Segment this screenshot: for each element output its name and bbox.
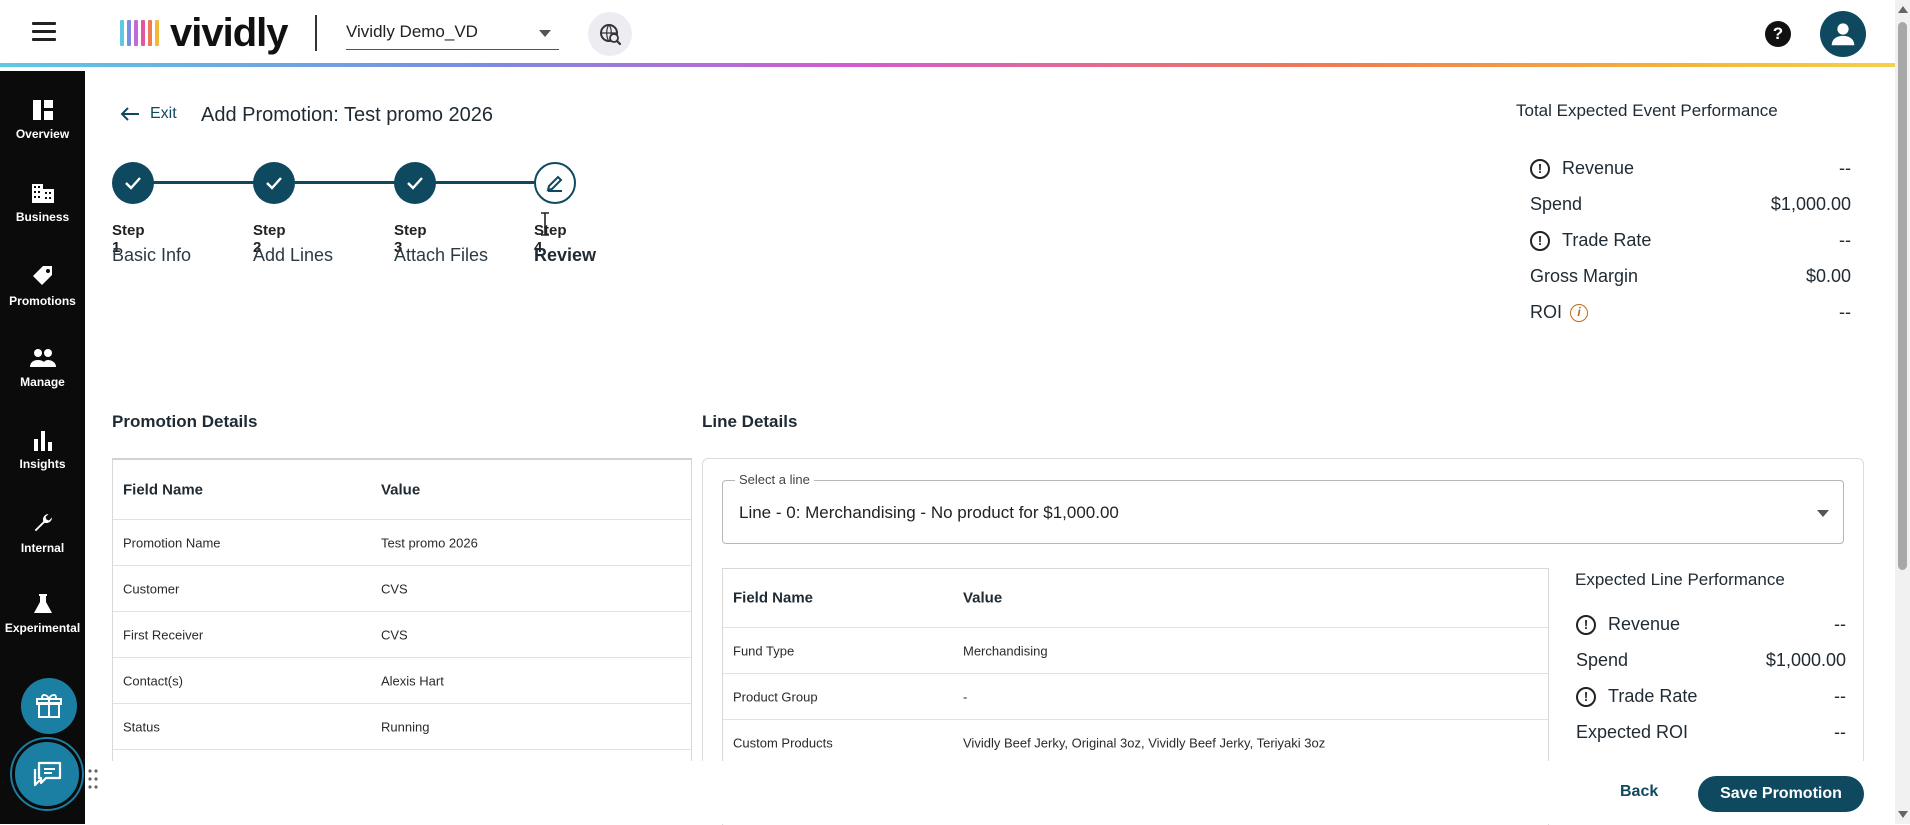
people-icon [29,349,56,367]
top-header: vividly Vividly Demo_VD ? [0,0,1895,67]
save-promotion-button[interactable]: Save Promotion [1698,776,1864,812]
line-performance-title: Expected Line Performance [1575,570,1785,589]
step-3-complete[interactable] [394,162,436,204]
sidebar-item-internal[interactable]: Internal [0,511,85,581]
step-name: Review [534,245,597,265]
line-select[interactable]: Select a line Line - 0: Merchandising - … [722,472,1844,544]
check-icon [266,177,282,190]
check-icon [125,177,141,190]
sidebar: Overview Business Promotions Manage Insi… [0,71,85,824]
table-row: Fund Type Merchandising [723,628,1548,674]
user-icon [1831,23,1855,46]
warning-circle-icon[interactable]: ! [1530,158,1550,179]
step-2-complete[interactable] [253,162,295,204]
dashboard-icon [32,100,53,120]
table-row: Promotion Name Test promo 2026 [113,520,691,566]
line-details-title: Line Details [702,412,798,431]
check-icon [407,177,423,190]
step-name: Basic Info [112,245,192,265]
search-globe-icon[interactable] [588,12,632,56]
chat-icon [33,761,62,787]
wrench-icon [34,513,52,532]
chat-button[interactable] [12,739,82,809]
pencil-icon [546,175,563,192]
perf-row-spend: Spend $1,000.00 [1530,194,1851,214]
page-title: Add Promotion: Test promo 2026 [201,104,494,126]
sidebar-item-promotions[interactable]: Promotions [0,264,85,334]
sidebar-item-insights[interactable]: Insights [0,429,85,499]
arrow-left-icon [120,107,139,121]
gift-button[interactable] [21,678,77,734]
gift-icon [36,694,62,718]
logo-text: vividly [170,11,289,55]
logo-bars [120,20,162,46]
tag-icon [32,266,52,285]
drag-handle-icon[interactable] [87,768,99,790]
step-4-active[interactable] [534,162,576,204]
table-row: Status Running [113,704,691,750]
table-row: Contact(s) Alexis Hart [113,658,691,704]
step-name: Add Lines [253,245,334,265]
warning-circle-icon[interactable]: ! [1576,686,1596,707]
chevron-down-icon [1817,510,1829,517]
step-connector [434,181,538,184]
step-name: Attach Files [394,245,489,265]
hamburger-menu-icon[interactable] [32,22,56,42]
warning-circle-icon[interactable]: ! [1530,230,1550,251]
vividly-logo[interactable]: vividly [120,11,289,55]
scrollbar-thumb[interactable] [1898,22,1907,570]
table-header-row: Field Name Value [723,569,1548,628]
chevron-down-icon [539,30,551,37]
table-row: First Receiver CVS [113,612,691,658]
step-connector [293,181,397,184]
table-row: Custom Products Vividly Beef Jerky, Orig… [723,720,1548,766]
sidebar-item-manage[interactable]: Manage [0,347,85,417]
line-perf-row-spend: Spend $1,000.00 [1576,650,1846,670]
promotion-details-table: Field Name Value Promotion Name Test pro… [112,458,692,761]
perf-row-roi: ROI i -- [1530,302,1851,322]
table-row: Product Group - [723,674,1548,720]
user-avatar[interactable] [1820,11,1866,57]
table-header-row: Field Name Value [113,460,691,520]
step-1-complete[interactable] [112,162,154,204]
perf-row-gross-margin: Gross Margin $0.00 [1530,266,1851,286]
perf-row-revenue: ! Revenue -- [1530,158,1851,182]
total-performance-title: Total Expected Event Performance [1516,101,1778,120]
perf-row-trade-rate: ! Trade Rate -- [1530,230,1851,254]
bar-chart-icon [33,431,52,451]
info-icon[interactable]: i [1570,303,1589,322]
account-select[interactable]: Vividly Demo_VD [346,16,559,50]
flask-icon [33,594,52,613]
sidebar-item-overview[interactable]: Overview [0,99,85,169]
back-button[interactable]: Back [1620,783,1658,801]
line-perf-row-revenue: ! Revenue -- [1576,614,1846,638]
scroll-down-arrow[interactable] [1898,811,1908,818]
line-perf-row-expected-roi: Expected ROI -- [1576,722,1846,742]
exit-link[interactable]: Exit [120,105,177,123]
exit-label: Exit [150,105,177,122]
line-select-label: Select a line [735,472,814,487]
table-row: Customer CVS [113,566,691,612]
building-icon [31,184,54,203]
page-scrollbar[interactable] [1895,0,1910,824]
step-connector [152,181,256,184]
header-gradient-bar [0,63,1895,67]
line-perf-row-trade-rate: ! Trade Rate -- [1576,686,1846,710]
scroll-up-arrow[interactable] [1898,6,1908,13]
sidebar-item-business[interactable]: Business [0,182,85,252]
line-select-value: Line - 0: Merchandising - No product for… [739,503,1119,522]
header-divider [315,15,317,51]
help-icon[interactable]: ? [1765,21,1791,47]
text-cursor-icon [541,212,549,236]
promotion-details-title: Promotion Details [112,412,258,431]
account-select-value: Vividly Demo_VD [346,22,478,41]
sidebar-item-experimental[interactable]: Experimental [0,593,85,663]
warning-circle-icon[interactable]: ! [1576,614,1596,635]
